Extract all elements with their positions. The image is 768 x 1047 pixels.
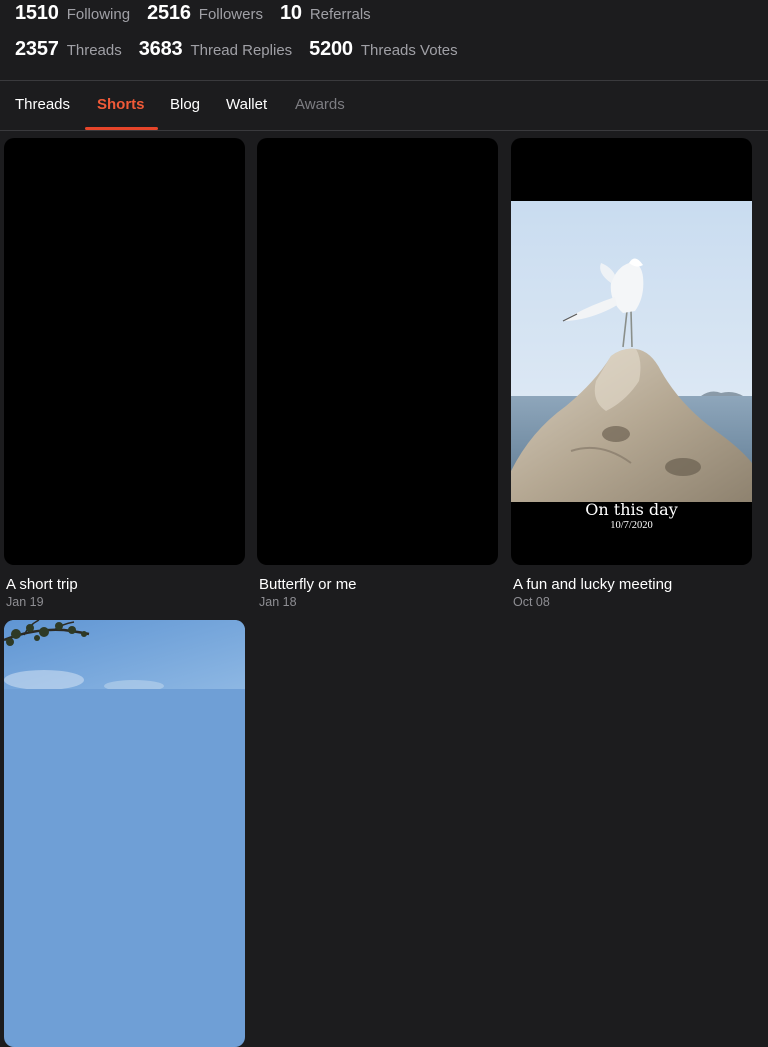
stat-value: 2357 bbox=[15, 38, 59, 60]
short-date: Oct 08 bbox=[513, 595, 550, 609]
short-thumbnail[interactable] bbox=[257, 138, 498, 565]
short-date: Jan 18 bbox=[259, 595, 297, 609]
tree-branch-image bbox=[4, 620, 245, 689]
stat-value: 1510 bbox=[15, 2, 59, 24]
active-tab-indicator bbox=[85, 127, 158, 130]
stat-value: 3683 bbox=[138, 38, 183, 60]
stat-label: Following bbox=[66, 6, 131, 23]
tab-awards[interactable]: Awards bbox=[295, 81, 345, 128]
stat-followers[interactable]: 2516 Followers bbox=[147, 2, 263, 25]
stat-referrals[interactable]: 10 Referrals bbox=[280, 2, 371, 25]
tab-threads[interactable]: Threads bbox=[15, 81, 70, 128]
short-date: Jan 19 bbox=[6, 595, 44, 609]
tab-wallet[interactable]: Wallet bbox=[226, 81, 267, 128]
stat-label: Referrals bbox=[309, 6, 371, 23]
video-overlay-date: 10/7/2020 bbox=[610, 520, 653, 531]
short-thumbnail[interactable] bbox=[4, 620, 245, 1047]
stats-row-social: 1510 Following 2516 Followers 10 Referra… bbox=[15, 2, 755, 38]
profile-stats: 1510 Following 2516 Followers 10 Referra… bbox=[15, 0, 755, 74]
short-title[interactable]: Butterfly or me bbox=[259, 576, 357, 593]
stat-following[interactable]: 1510 Following bbox=[15, 2, 130, 25]
stat-threads: 2357 Threads bbox=[15, 38, 122, 61]
short-title[interactable]: A fun and lucky meeting bbox=[513, 576, 672, 593]
short-thumbnail[interactable] bbox=[4, 138, 245, 565]
profile-tabs: Threads Shorts Blog Wallet Awards bbox=[0, 81, 768, 131]
stats-row-activity: 2357 Threads 3683 Thread Replies 5200 Th… bbox=[15, 38, 755, 74]
stat-label: Threads bbox=[66, 42, 122, 59]
tab-shorts[interactable]: Shorts bbox=[97, 81, 145, 128]
stat-value: 2516 bbox=[147, 2, 191, 24]
tab-blog[interactable]: Blog bbox=[170, 81, 200, 128]
stat-label: Followers bbox=[198, 6, 263, 23]
stat-label: Thread Replies bbox=[190, 42, 293, 59]
short-thumbnail[interactable]: On this day 10/7/2020 bbox=[511, 138, 752, 565]
stat-label: Threads Votes bbox=[360, 42, 458, 59]
stat-value: 5200 bbox=[309, 38, 353, 60]
stat-thread-replies: 3683 Thread Replies bbox=[139, 38, 292, 61]
short-title[interactable]: A short trip bbox=[6, 576, 78, 593]
video-overlay-title: On this day bbox=[585, 500, 678, 519]
stat-value: 10 bbox=[279, 2, 302, 24]
stat-threads-votes: 5200 Threads Votes bbox=[309, 38, 457, 61]
egret-on-rock-image bbox=[511, 201, 752, 502]
